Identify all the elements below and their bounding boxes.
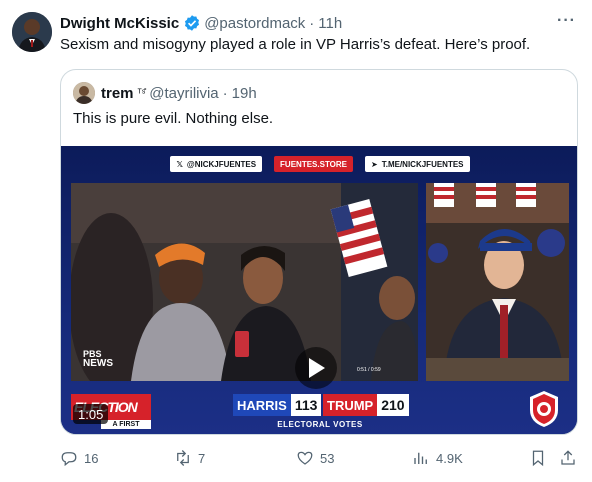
tweet-actions: 16 7 53 4.9K — [0, 449, 592, 469]
quoted-tweet-header: trem ᵀˢ̊ @tayrilivia · 19h — [101, 82, 257, 104]
crowd-video-feed — [71, 183, 418, 381]
pbs-news-logo: PBS NEWS — [83, 349, 113, 369]
bookmark-button[interactable] — [529, 449, 547, 467]
quoted-author-name[interactable]: trem — [101, 85, 134, 102]
video-player[interactable]: 𝕏 @NICKJFUENTES FUENTES.STORE ➤ T.ME/NIC… — [61, 146, 577, 434]
electoral-votes-label: ELECTORAL VOTES — [277, 420, 363, 429]
reply-button[interactable]: 16 — [60, 449, 98, 467]
author-avatar[interactable] — [12, 12, 52, 52]
quoted-tweet[interactable]: trem ᵀˢ̊ @tayrilivia · 19h This is pure … — [60, 69, 578, 435]
stream-banner: 𝕏 @NICKJFUENTES FUENTES.STORE ➤ T.ME/NIC… — [61, 156, 577, 172]
stream-tag-label: @NICKJFUENTES — [186, 159, 257, 169]
tweet-header: Dwight McKissic @pastordmack · 11h — [60, 12, 342, 34]
views-count: 4.9K — [436, 450, 463, 466]
repost-button[interactable]: 7 — [174, 449, 205, 467]
author-handle[interactable]: @pastordmack — [204, 15, 305, 32]
bookmark-icon — [532, 450, 544, 467]
pbs-logo-bottom: NEWS — [83, 358, 113, 369]
stream-tag-telegram: ➤ T.ME/NICKJFUENTES — [365, 156, 470, 172]
quoted-tweet-timestamp[interactable]: 19h — [232, 85, 257, 102]
separator-dot: · — [309, 14, 315, 32]
repost-icon — [177, 450, 189, 466]
heart-icon — [297, 451, 313, 465]
views-button[interactable]: 4.9K — [412, 449, 463, 467]
more-options-icon[interactable]: ··· — [557, 12, 576, 30]
quoted-author-name-glyph: ᵀˢ̊ — [137, 87, 146, 99]
host-video-feed — [426, 183, 569, 381]
stream-tag-x: 𝕏 @NICKJFUENTES — [170, 156, 263, 172]
separator-dot: · — [222, 84, 228, 102]
share-button[interactable] — [559, 449, 577, 467]
repost-count: 7 — [198, 450, 206, 466]
like-button[interactable]: 53 — [296, 449, 334, 467]
stream-tag-store: FUENTES.STORE — [274, 156, 354, 172]
stream-tag-label: T.ME/NICKJFUENTES — [381, 159, 464, 169]
trump-votes: 210 — [377, 394, 409, 416]
tweet-timestamp[interactable]: 11h — [318, 15, 342, 32]
flag-bunting — [434, 183, 536, 207]
verified-badge-icon — [183, 14, 201, 32]
harris-score: HARRIS 113 — [233, 394, 322, 416]
author-name[interactable]: Dwight McKissic — [60, 15, 179, 32]
x-logo-icon: 𝕏 — [176, 159, 183, 169]
share-icon — [561, 450, 575, 465]
trump-score: TRUMP 210 — [323, 394, 409, 416]
af-shield-icon — [529, 390, 559, 428]
stream-tag-label: FUENTES.STORE — [280, 159, 348, 169]
tweet-text: Sexism and misogyny played a role in VP … — [60, 36, 531, 53]
embedded-player-controls: 0:51 / 0:59 — [357, 367, 381, 373]
quoted-author-avatar[interactable] — [73, 82, 95, 104]
harris-votes: 113 — [290, 394, 322, 416]
quoted-tweet-text: This is pure evil. Nothing else. — [73, 110, 274, 127]
play-icon — [309, 358, 325, 378]
views-chart-icon — [414, 452, 427, 464]
like-count: 53 — [320, 450, 335, 466]
reply-icon — [61, 452, 77, 467]
harris-label: HARRIS — [233, 394, 291, 416]
trump-label: TRUMP — [323, 394, 378, 416]
tweet[interactable]: Dwight McKissic @pastordmack · 11h ··· S… — [0, 0, 592, 482]
telegram-icon: ➤ — [371, 159, 378, 169]
quoted-author-handle[interactable]: @tayrilivia — [149, 85, 218, 102]
play-button[interactable] — [295, 347, 337, 389]
reply-count: 16 — [84, 450, 99, 466]
